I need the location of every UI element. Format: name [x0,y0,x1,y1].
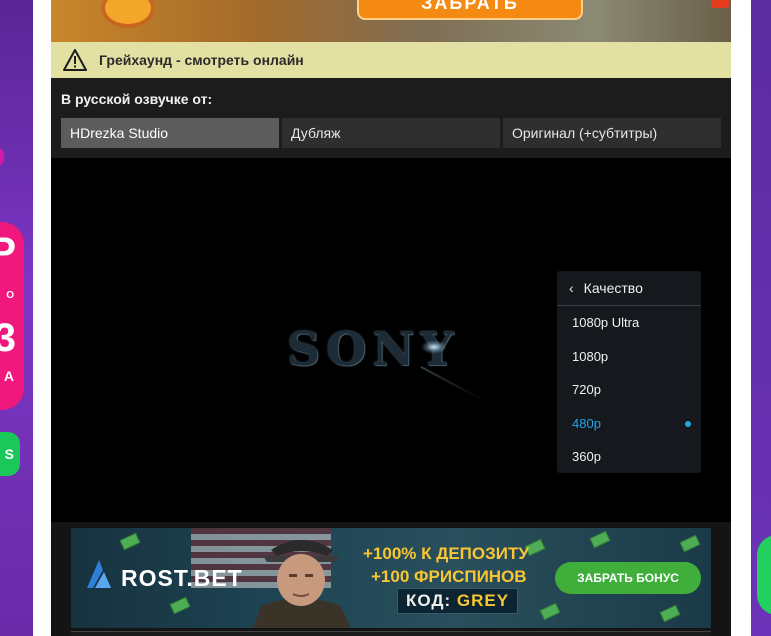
badge-char: A [3,368,14,384]
ad-offer-freespins: +100 ФРИСПИНОВ [371,567,527,586]
page-gutter-left [33,0,51,636]
quality-option[interactable]: 1080p Ultra [557,306,701,340]
money-bill-icon [679,534,701,553]
gem-graphic [711,0,729,8]
quality-option[interactable]: 1080p [557,340,701,374]
rostbet-logo-icon [87,560,111,588]
decorative-shape [757,535,771,615]
actor-photo [253,540,351,628]
badge-char: P [0,230,16,274]
quality-option-label: 480p [572,415,601,431]
video-player[interactable]: SONY ‹ Качество 1080p Ultra 1080p 720p 4… [51,158,731,522]
quality-option-label: 360p [572,449,601,464]
money-bill-icon [119,532,141,551]
left-background-ad[interactable]: P O 3 A S [0,0,33,636]
badge-char: 3 [0,316,16,360]
money-bill-icon [589,530,611,549]
side-promo-pill[interactable]: S [0,432,20,476]
quality-option-label: 720p [572,382,601,397]
top-banner-button[interactable]: ЗАБРАТЬ [357,0,583,20]
logo-glare [421,340,447,354]
money-bill-icon [539,602,561,621]
right-background-ad[interactable] [751,0,771,636]
quality-option-selected[interactable]: 480p [557,407,701,441]
warning-icon [63,49,87,71]
quality-option-label: 1080p Ultra [572,315,640,330]
money-bill-icon [659,604,681,623]
translator-tab-dub[interactable]: Дубляж [282,118,500,148]
top-ad-banner[interactable]: ЗАБРАТЬ [51,0,731,42]
bottom-ad-banner[interactable]: ROST.BET +100% К ДЕПОЗИТУ +100 ФРИСПИНОВ… [71,528,711,628]
quality-option-label: 1080p [572,348,609,364]
promo-code-value: GREY [456,591,510,610]
side-promo-badge[interactable]: P O 3 A [0,222,24,410]
chevron-left-icon: ‹ [569,280,574,296]
ad-offer-deposit: +100% К ДЕПОЗИТУ [363,544,529,563]
translator-tab-original[interactable]: Оригинал (+субтитры) [503,118,721,148]
coin-graphic [101,0,155,28]
quality-menu-back[interactable]: ‹ Качество [557,271,701,306]
promo-code-label: КОД: [406,591,452,610]
translator-tab-hdrezka[interactable]: HDrezka Studio [61,118,279,148]
player-controls-edge [71,631,711,636]
translator-label: В русской озвучке от: [61,91,213,107]
title-bar: Грейхаунд - смотреть онлайн [51,42,731,78]
ad-brand: ROST.BET [121,565,243,591]
page-gutter-right [731,0,751,636]
translator-panel: В русской озвучке от: HDrezka Studio Дуб… [51,78,731,158]
main-content: ЗАБРАТЬ Грейхаунд - смотреть онлайн В ру… [51,0,731,636]
selected-dot-icon [685,420,691,427]
quality-option[interactable]: 360p [557,440,701,474]
money-bill-icon [169,596,191,615]
ad-promo-code: КОД: GREY [397,588,519,614]
translator-tabs: HDrezka Studio Дубляж Оригинал (+субтитр… [61,118,721,148]
badge-char: O [6,290,14,301]
quality-option[interactable]: 720p [557,373,701,407]
claim-bonus-button[interactable]: ЗАБРАТЬ БОНУС [555,562,701,594]
quality-menu-title: Качество [583,280,643,296]
quality-menu: ‹ Качество 1080p Ultra 1080p 720p 480p 3… [557,271,701,473]
decorative-shape [0,148,4,166]
page-title: Грейхаунд - смотреть онлайн [99,52,304,68]
